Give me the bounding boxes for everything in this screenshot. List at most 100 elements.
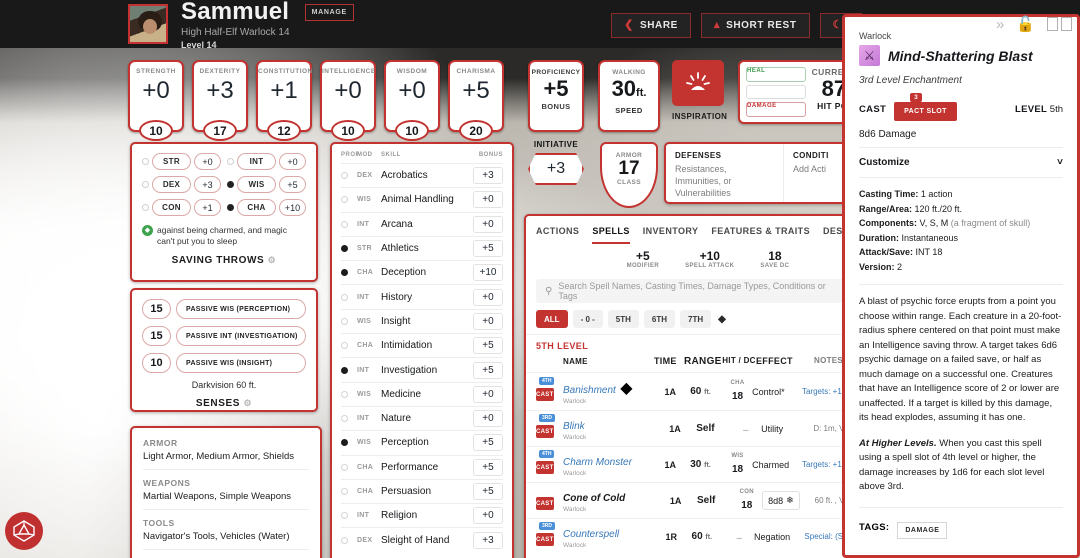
spell-name[interactable]: Banishment xyxy=(563,385,616,396)
ability-strength[interactable]: STRENGTH +0 10 xyxy=(128,60,184,141)
saving-throw-row[interactable]: INT +0 xyxy=(227,153,306,170)
customize-toggle[interactable]: Customize ˅ xyxy=(859,147,1063,178)
cast-control[interactable]: 3RD CAST xyxy=(536,521,563,546)
cast-control[interactable]: CAST xyxy=(536,492,563,510)
heal-button[interactable]: HEAL xyxy=(746,67,806,82)
saving-throw-row[interactable]: DEX +3 xyxy=(142,176,221,193)
spell-name[interactable]: Cone of Cold xyxy=(563,493,625,504)
skill-row[interactable]: CHA Performance +5 xyxy=(341,454,503,479)
filter-6th[interactable]: 6TH xyxy=(643,310,676,328)
search-input[interactable]: ⚲ Search Spell Names, Casting Times, Dam… xyxy=(536,279,852,303)
hp-amount-input[interactable] xyxy=(746,84,806,100)
cast-control[interactable]: 4TH CAST xyxy=(536,376,563,401)
cold-damage-icon: ❄ xyxy=(786,495,794,505)
tab-actions[interactable]: ACTIONS xyxy=(536,226,579,244)
ability-intelligence[interactable]: INTELLIGENCE +0 10 xyxy=(320,60,376,141)
walking-speed-card[interactable]: WALKING 30ft. SPEED xyxy=(598,60,660,132)
ability-dexterity[interactable]: DEXTERITY +3 17 xyxy=(192,60,248,141)
gear-icon[interactable]: ⚙ xyxy=(243,398,252,408)
spell-row[interactable]: CAST Cone of Cold Warlock 1A Self CON 18 … xyxy=(526,482,862,518)
spell-row[interactable]: 3RD CAST Blink Warlock 1A Self – Utility… xyxy=(526,410,862,446)
manage-button[interactable]: MANAGE xyxy=(304,3,354,21)
filter-0[interactable]: - 0 - xyxy=(572,310,603,328)
short-rest-button[interactable]: ▴ SHORT REST xyxy=(700,13,810,38)
cast-control[interactable]: 3RD CAST xyxy=(536,413,563,438)
filter-7th[interactable]: 7TH xyxy=(680,310,712,328)
spell-meta-value: V, S, M xyxy=(919,218,949,228)
skill-row[interactable]: WIS Medicine +0 xyxy=(341,381,503,406)
skill-row[interactable]: INT History +0 xyxy=(341,284,503,308)
sense-label: PASSIVE WIS (INSIGHT) xyxy=(176,353,306,373)
filter-all[interactable]: ALL xyxy=(536,310,568,328)
filter-5th[interactable]: 5TH xyxy=(607,310,639,328)
skill-ability: STR xyxy=(357,245,372,253)
sense-row[interactable]: 10 PASSIVE WIS (INSIGHT) xyxy=(142,353,306,373)
cast-button[interactable]: CAST xyxy=(536,424,554,438)
conditions-column[interactable]: CONDITI Add Acti xyxy=(784,144,838,202)
spell-meta-row: Casting Time: 1 action xyxy=(859,187,1063,202)
skill-row[interactable]: CHA Deception +10 xyxy=(341,260,503,284)
skill-row[interactable]: INT Investigation +5 xyxy=(341,357,503,381)
skill-row[interactable]: DEX Sleight of Hand +3 xyxy=(341,527,503,551)
defenses-column[interactable]: DEFENSES Resistances, Immunities, or Vul… xyxy=(666,144,784,202)
ability-constitution[interactable]: CONSTITUTION +1 12 xyxy=(256,60,312,141)
spell-row[interactable]: 4TH CAST Banishment ◆ Warlock 1A 60 ft. … xyxy=(526,372,862,410)
tab-features-traits[interactable]: FEATURES & TRAITS xyxy=(711,226,810,244)
tab-spells[interactable]: SPELLS xyxy=(592,226,630,244)
damage-roll-button[interactable]: 8d8 ❄ xyxy=(762,491,800,510)
spell-name[interactable]: Charm Monster xyxy=(563,457,632,468)
cast-button[interactable]: CAST xyxy=(536,496,554,510)
armor-class-card[interactable]: ARMOR 17 CLASS xyxy=(600,142,658,210)
tab-inventory[interactable]: INVENTORY xyxy=(643,226,699,244)
saving-throw-row[interactable]: STR +0 xyxy=(142,153,221,170)
skill-ability: CHA xyxy=(357,269,374,277)
spell-tag[interactable]: DAMAGE xyxy=(897,521,948,539)
skill-row[interactable]: INT Religion +0 xyxy=(341,503,503,527)
avatar[interactable] xyxy=(128,4,168,44)
skill-row[interactable]: INT Arcana +0 xyxy=(341,211,503,236)
cast-button[interactable]: CAST xyxy=(536,387,554,401)
concentration-filter-icon[interactable]: ◆ xyxy=(716,310,728,328)
skill-row[interactable]: WIS Insight +0 xyxy=(341,308,503,333)
skill-row[interactable]: STR Athletics +5 xyxy=(341,235,503,260)
skill-row[interactable]: WIS Perception +5 xyxy=(341,430,503,454)
unlock-icon[interactable]: 🔓 xyxy=(1016,15,1035,33)
skill-name: Investigation xyxy=(381,364,438,376)
skill-row[interactable]: INT Nature +0 xyxy=(341,405,503,430)
sense-row[interactable]: 15 PASSIVE WIS (PERCEPTION) xyxy=(142,299,306,319)
spell-source: Warlock xyxy=(563,470,587,477)
skill-row[interactable]: WIS Animal Handling +0 xyxy=(341,187,503,211)
dnd-beyond-logo[interactable] xyxy=(5,512,43,550)
skill-row[interactable]: DEX Acrobatics +3 xyxy=(341,163,503,187)
saving-throw-row[interactable]: CHA +10 xyxy=(227,199,306,216)
pact-slot-button[interactable]: PACT SLOT xyxy=(894,102,957,121)
skill-proficiency xyxy=(341,415,357,423)
proficiency-bonus-card[interactable]: PROFICIENCY +5 BONUS xyxy=(528,60,584,132)
ability-wisdom[interactable]: WISDOM +0 10 xyxy=(384,60,440,141)
cast-control[interactable]: 4TH CAST xyxy=(536,449,563,474)
ability-charisma[interactable]: CHARISMA +5 20 xyxy=(448,60,504,141)
skill-proficiency xyxy=(341,245,357,253)
spell-row[interactable]: 3RD CAST Counterspell Warlock 1R 60 ft. … xyxy=(526,518,862,554)
spell-row[interactable]: 4TH CAST Charm Monster Warlock 1A 30 ft.… xyxy=(526,446,862,482)
saving-throw-row[interactable]: WIS +5 xyxy=(227,176,306,193)
cast-button[interactable]: CAST xyxy=(536,460,554,474)
spell-name[interactable]: Counterspell xyxy=(563,529,619,540)
cast-button[interactable]: CAST xyxy=(536,532,554,546)
skill-ability: WIS xyxy=(357,196,372,204)
collapse-chevrons-icon[interactable]: » xyxy=(996,16,1004,33)
skill-row[interactable]: CHA Persuasion +5 xyxy=(341,478,503,503)
pane-layout-icon[interactable] xyxy=(1047,17,1072,31)
inspiration-card[interactable]: INSPIRATION xyxy=(672,60,727,132)
ability-modifier: +0 xyxy=(334,77,362,104)
initiative-card[interactable]: INITIATIVE +3 xyxy=(524,140,588,185)
sense-row[interactable]: 15 PASSIVE INT (INVESTIGATION) xyxy=(142,326,306,346)
gear-icon[interactable]: ⚙ xyxy=(268,255,277,265)
saving-throw-row[interactable]: CON +1 xyxy=(142,199,221,216)
spell-name[interactable]: Blink xyxy=(563,421,585,432)
damage-button[interactable]: DAMAGE xyxy=(746,102,806,118)
skill-row[interactable]: CHA Intimidation +5 xyxy=(341,333,503,357)
share-button[interactable]: ❮ SHARE xyxy=(611,13,691,38)
ability-modifier: +3 xyxy=(206,77,234,104)
hp-controls: HEAL DAMAGE xyxy=(746,67,806,118)
